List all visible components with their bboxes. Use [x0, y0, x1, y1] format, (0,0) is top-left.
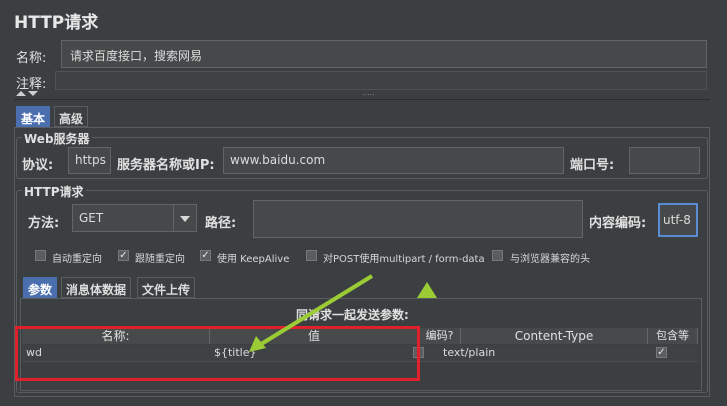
browser-headers-checkbox[interactable]	[492, 250, 503, 261]
tab-file-upload[interactable]: 文件上传	[137, 277, 196, 298]
auto-redirect-label: 自动重定向	[52, 254, 102, 265]
web-server-legend: Web服务器	[22, 130, 92, 147]
params-caption: 同请求一起发送参数:	[296, 308, 409, 322]
method-select[interactable]: GET	[72, 204, 197, 232]
highlight-box	[15, 326, 420, 381]
path-input[interactable]	[253, 200, 583, 238]
keepalive-checkbox[interactable]: ✓	[200, 250, 211, 261]
param-content-type-cell[interactable]: text/plain	[443, 346, 495, 359]
tab-body-data[interactable]: 消息体数据	[61, 277, 132, 298]
tab-advanced[interactable]: 高级	[54, 106, 89, 127]
tab-basic[interactable]: 基本	[16, 106, 51, 127]
method-label: 方法:	[28, 216, 60, 231]
multipart-checkbox[interactable]	[306, 250, 317, 261]
column-header-encode[interactable]: 编码?	[419, 328, 461, 344]
encoding-input[interactable]: utf-8	[658, 203, 698, 237]
http-request-panel: { "panel": { "title": "HTTP请求" }, "name_…	[0, 0, 727, 406]
splitter-grip[interactable]: .....	[362, 88, 375, 97]
follow-redirect-label: 跟随重定向	[135, 254, 185, 265]
http-request-legend: HTTP请求	[22, 183, 86, 200]
browser-headers-label: 与浏览器兼容的头	[510, 254, 590, 265]
param-include-equals-checkbox[interactable]: ✓	[656, 347, 667, 358]
name-label: 名称:	[16, 51, 47, 66]
keepalive-label: 使用 KeepAlive	[217, 254, 290, 265]
splitter-divider	[14, 99, 710, 100]
protocol-label: 协议:	[22, 158, 54, 173]
comment-label: 注释:	[16, 77, 47, 92]
encoding-label: 内容编码:	[589, 216, 647, 231]
path-label: 路径:	[205, 216, 237, 231]
server-label: 服务器名称或IP:	[117, 158, 215, 173]
name-input[interactable]: 请求百度接口，搜索网易	[61, 40, 707, 68]
auto-redirect-checkbox[interactable]	[35, 250, 46, 261]
tab-parameters[interactable]: 参数	[23, 277, 58, 298]
port-label: 端口号:	[570, 158, 615, 173]
server-input[interactable]: www.baidu.com	[223, 147, 564, 174]
port-input[interactable]	[629, 147, 700, 174]
multipart-label: 对POST使用multipart / form-data	[323, 254, 485, 265]
protocol-input[interactable]: https	[68, 147, 111, 174]
comment-input[interactable]	[55, 71, 707, 90]
follow-redirect-checkbox[interactable]: ✓	[118, 250, 129, 261]
panel-title: HTTP请求	[14, 13, 99, 33]
method-value: GET	[79, 211, 104, 225]
dropdown-arrow-icon	[173, 205, 196, 231]
column-header-content-type[interactable]: Content-Type	[461, 328, 648, 344]
column-header-include-equals[interactable]: 包含等于?	[648, 328, 698, 358]
